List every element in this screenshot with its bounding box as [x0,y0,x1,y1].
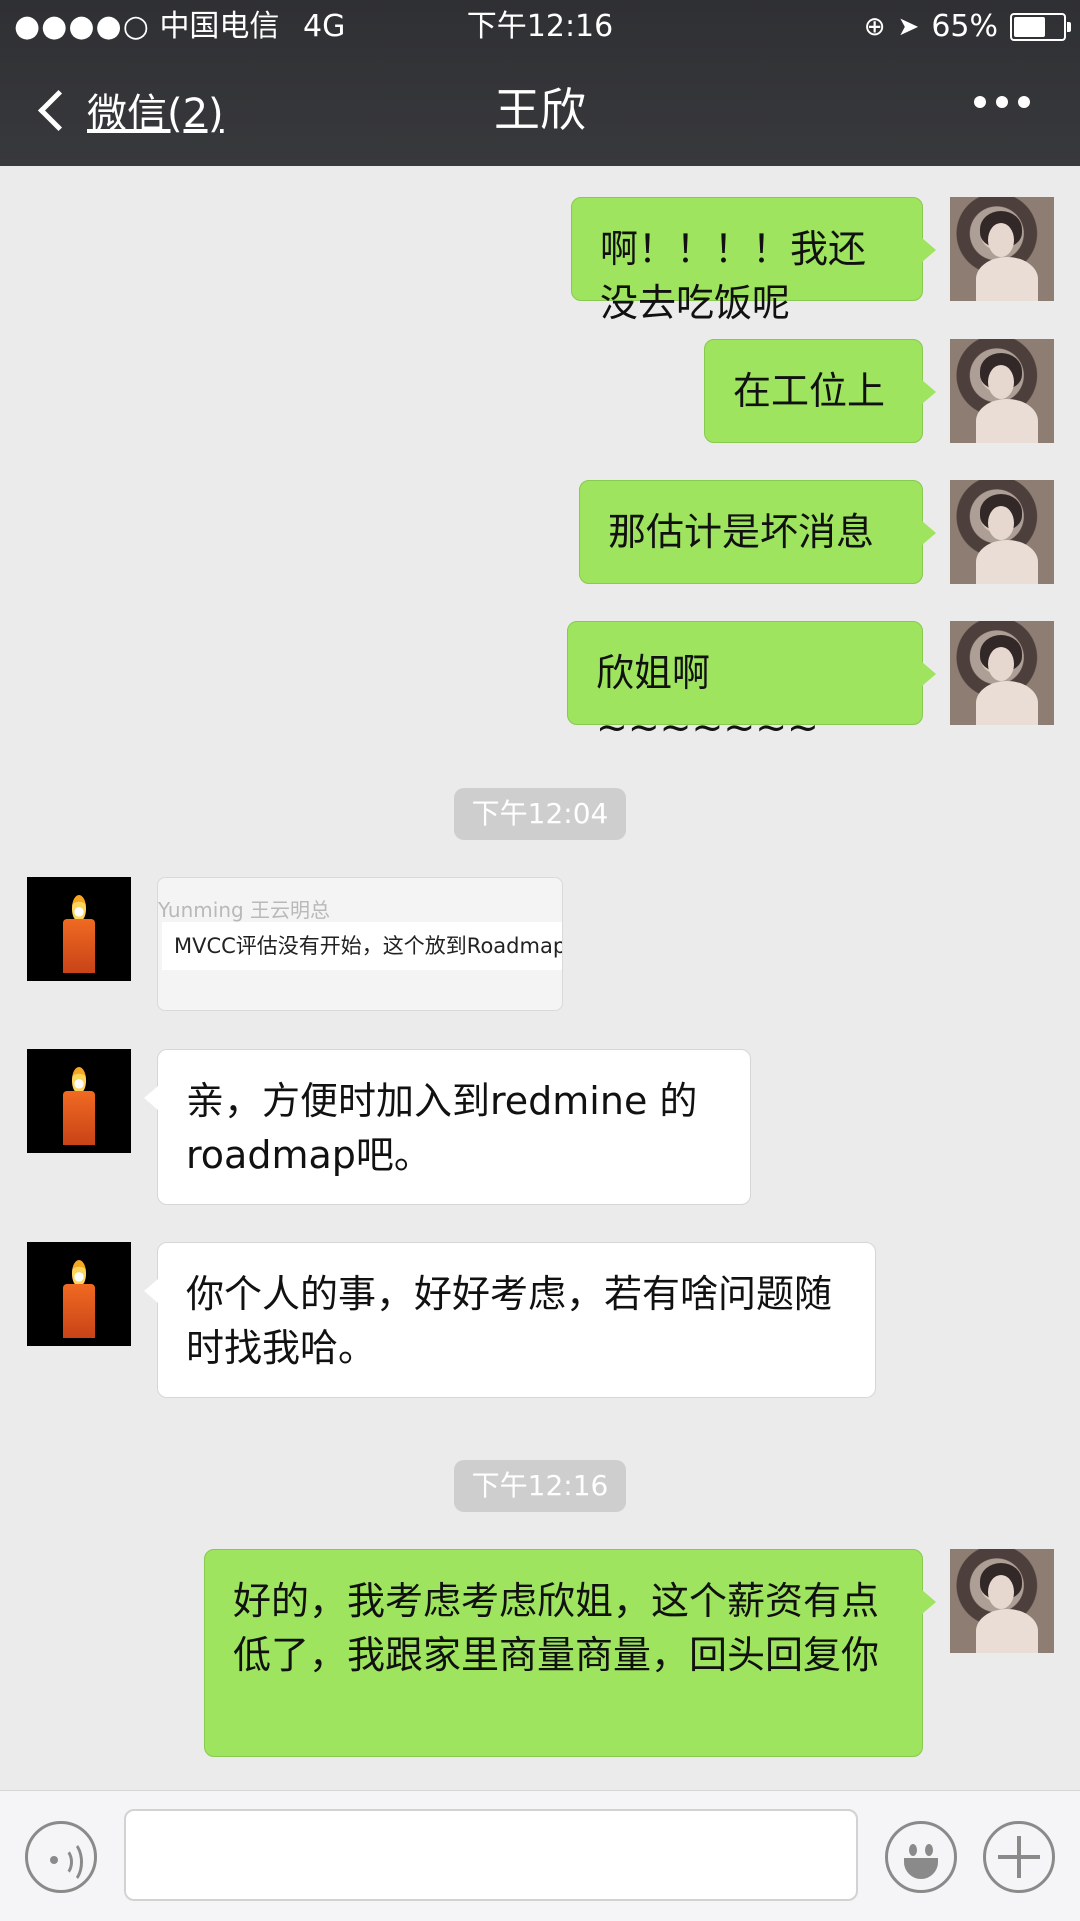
quoted-message-card[interactable]: Yunming 王云明总 MVCC评估没有开始，这个放到Roadmap [157,877,563,1011]
contact-avatar[interactable] [27,877,131,981]
input-bar [0,1790,1080,1921]
chat-title: 王欣 [494,83,586,137]
top-bar: ●●●●○ 中国电信 4G 下午12:16 ⊕ ➤ 65% 微信(2) 王欣 [0,0,1080,166]
more-dots-icon [996,96,1008,108]
emoji-icon [925,1844,933,1856]
message-input[interactable] [124,1809,858,1901]
status-bar: ●●●●○ 中国电信 4G 下午12:16 ⊕ ➤ 65% [0,0,1080,54]
my-message-bubble[interactable]: 欣姐啊~~~~~~~ [567,621,936,749]
more-dots-icon [974,96,986,108]
battery-percent: 65% [931,9,998,44]
timestamp: 下午12:04 [454,788,626,840]
emoji-mouth [904,1858,938,1879]
battery-fill [1014,17,1045,37]
contact-avatar[interactable] [27,1242,131,1346]
contact-avatar[interactable] [27,1049,131,1153]
contact-message-bubble[interactable]: 你个人的事，好好考虑，若有啥问题随时找我哈。 [144,1242,876,1398]
my-avatar[interactable] [950,339,1054,443]
my-avatar[interactable] [950,1549,1054,1653]
status-right: ⊕ ➤ 65% [863,0,1071,54]
emoji-button[interactable] [885,1821,957,1893]
emoji-icon [909,1844,917,1856]
my-avatar[interactable] [950,480,1054,584]
nav-bar: 微信(2) 王欣 [0,54,1080,166]
plus-icon[interactable] [983,1821,1055,1893]
more-dots-icon [1018,96,1030,108]
chat-area[interactable]: 啊！！！！我还没去吃饭呢 在工位上 那估计是坏消息 欣姐啊~~~~~~~ 下午1… [0,166,1080,1790]
my-message-bubble[interactable]: 在工位上 [704,339,936,443]
my-avatar[interactable] [950,621,1054,725]
my-message-bubble[interactable]: 啊！！！！我还没去吃饭呢 [571,197,936,325]
more-button[interactable] [974,96,1030,108]
quote-snippet: MVCC评估没有开始，这个放到Roadmap [162,922,562,970]
location-icon: ➤ [897,12,920,42]
my-avatar[interactable] [950,197,1054,301]
timestamp: 下午12:16 [454,1460,626,1512]
voice-button[interactable] [25,1821,97,1893]
voice-wave [56,1840,83,1884]
battery-icon [1010,13,1071,41]
orientation-lock-icon: ⊕ [863,12,886,42]
contact-message-bubble[interactable]: 亲，方便时加入到redmine 的roadmap吧。 [144,1049,751,1205]
quote-author: Yunming 王云明总 [158,898,331,922]
battery-cap [1067,22,1071,32]
my-message-bubble[interactable]: 那估计是坏消息 [579,480,936,584]
my-message-bubble[interactable]: 好的，我考虑考虑欣姐，这个薪资有点低了，我跟家里商量商量，回头回复你 [204,1549,936,1757]
